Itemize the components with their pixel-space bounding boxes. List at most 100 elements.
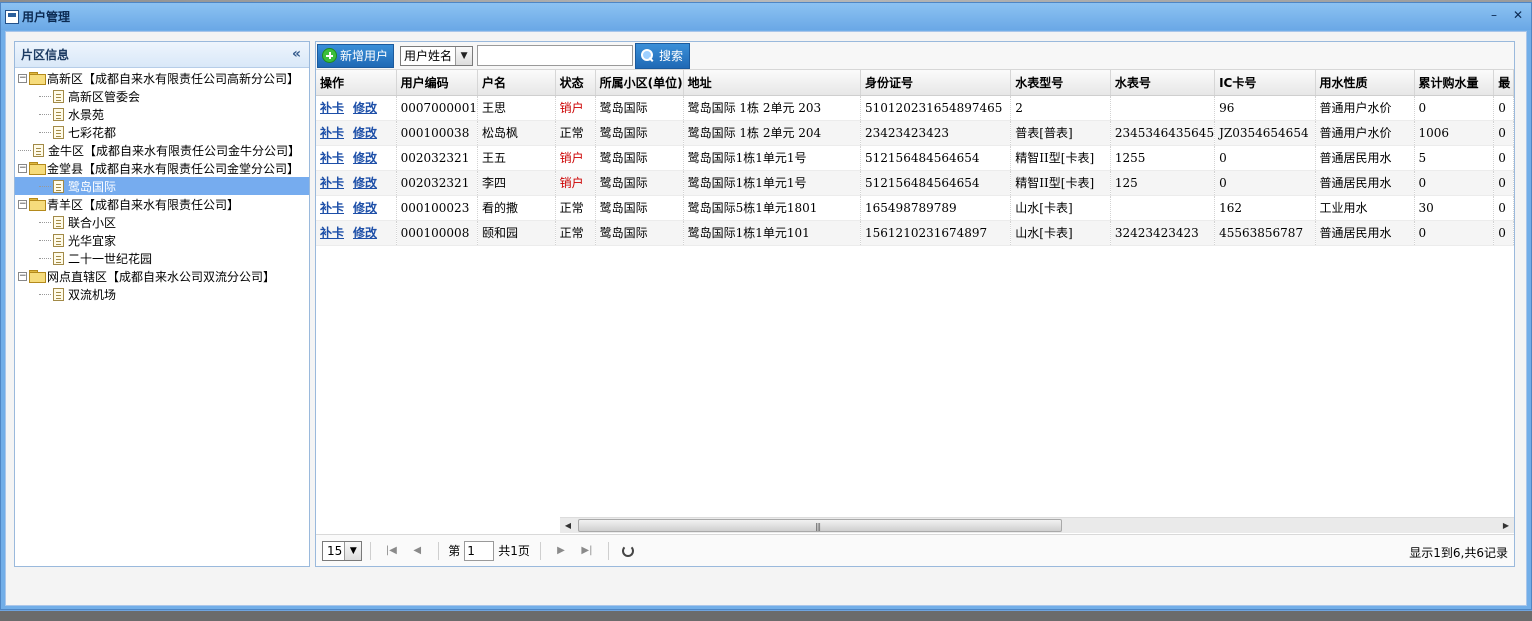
tree-node-area[interactable]: 金牛区【成都自来水有限责任公司金牛分公司】 [15,141,309,159]
tree-node-label: 金堂县【成都自来水有限责任公司金堂分公司】 [47,161,300,176]
page-number-input[interactable] [464,540,495,561]
last-page-icon[interactable]: ▶| [578,542,596,560]
tree-connector [39,95,51,97]
reissue-card-link[interactable]: 补卡 [320,201,344,215]
cell-id-no: 512156484564654 [860,170,1012,196]
column-header[interactable]: 操作 [316,70,397,96]
reissue-card-link[interactable]: 补卡 [320,101,344,115]
tree-node-area[interactable]: − 青羊区【成都自来水有限责任公司】 [15,195,309,213]
column-header[interactable]: 用户编码 [396,70,478,96]
collapse-toggle-icon[interactable]: − [18,199,27,209]
pager-separator [607,541,609,560]
table-row[interactable]: 补卡 修改 000100023 看的撒 正常 鹭岛国际 鹭岛国际5栋1单元1801 16549… [316,195,1514,221]
search-button[interactable]: 搜索 [635,42,691,69]
tree-node-area[interactable]: − 金堂县【成都自来水有限责任公司金堂分公司】 [15,159,309,177]
column-header[interactable]: 所属小区(单位) [595,70,684,96]
tree-node-community[interactable]: 高新区管委会 [15,87,309,105]
cell-status: 销户 [555,145,596,171]
scroll-right-icon[interactable]: ▶ [1498,518,1514,533]
column-header[interactable]: IC卡号 [1214,70,1316,96]
area-panel-title: 片区信息 [21,48,70,62]
tree-node-label: 水景苑 [68,107,105,122]
tree-node-community[interactable]: 鹭岛国际 [15,177,309,195]
user-table-container: 操作 用户编码 户名 状态 所属小区(单位) 地址 身份证号 水表型号 水表号 IC卡号 用水性质累… [316,70,1514,518]
table-header-row: 操作 用户编码 户名 状态 所属小区(单位) 地址 身份证号 水表型号 水表号 IC卡号 用水性质累… [316,70,1514,96]
tree-node-community[interactable]: 光华宜家 [15,231,309,249]
collapse-toggle-icon[interactable]: − [18,163,27,173]
column-header[interactable]: 地址 [683,70,862,96]
edit-link[interactable]: 修改 [353,151,377,165]
tree-node-community[interactable]: 联合小区 [15,213,309,231]
user-table: 操作 用户编码 户名 状态 所属小区(单位) 地址 身份证号 水表型号 水表号 IC卡号 用水性质累… [316,70,1514,246]
folder-open-icon [29,72,46,85]
search-field-select[interactable]: 用户姓名 ▼ [400,45,474,66]
edit-link[interactable]: 修改 [353,201,377,215]
table-row[interactable]: 补卡 修改 000100038 松岛枫 正常 鹭岛国际 鹭岛国际 1栋 2单元 204 234… [316,120,1514,146]
table-row[interactable]: 补卡 修改 002032321 王五 销户 鹭岛国际 鹭岛国际1栋1单元1号 51215648… [316,145,1514,171]
close-button[interactable]: ✕ [1511,7,1525,23]
cell-total-water: 0 [1414,170,1495,196]
reissue-card-link[interactable]: 补卡 [320,176,344,190]
edit-link[interactable]: 修改 [353,176,377,190]
column-header[interactable]: 最 [1493,70,1514,96]
page-size-select[interactable]: 15 ▼ [322,540,363,561]
scrollbar-thumb[interactable]: ||| [578,519,1062,532]
cell-meter-no: 125 [1110,170,1216,196]
prev-page-icon[interactable]: ◀ [408,542,426,560]
column-header[interactable]: 户名 [477,70,556,96]
column-header[interactable]: 状态 [555,70,596,96]
page-total-label: 共1页 [498,544,530,558]
reissue-card-link[interactable]: 补卡 [320,226,344,240]
cell-address: 鹭岛国际1栋1单元1号 [683,170,862,196]
edit-link[interactable]: 修改 [353,101,377,115]
column-header[interactable]: 用水性质 [1315,70,1415,96]
reissue-card-link[interactable]: 补卡 [320,151,344,165]
horizontal-scrollbar[interactable]: ◀ ||| ▶ [560,517,1514,533]
row-actions: 补卡 修改 [316,195,397,221]
tree-node-community[interactable]: 双流机场 [15,285,309,303]
row-actions: 补卡 修改 [316,170,397,196]
reissue-card-link[interactable]: 补卡 [320,126,344,140]
table-row[interactable]: 补卡 修改 000100008 颐和园 正常 鹭岛国际 鹭岛国际1栋1单元101 156121… [316,220,1514,246]
cell-meter-model: 精智II型[卡表] [1010,145,1111,171]
cell-community: 鹭岛国际 [595,145,684,171]
tree-node-community[interactable]: 二十一世纪花园 [15,249,309,267]
tree-node-label: 高新区管委会 [68,89,141,104]
add-icon [322,48,337,63]
tree-node-community[interactable]: 水景苑 [15,105,309,123]
tree-node-label: 二十一世纪花园 [68,251,153,266]
table-row[interactable]: 补卡 修改 0007000001 王思 销户 鹭岛国际 鹭岛国际 1栋 2单元 203 510… [316,95,1514,121]
grip-icon: ||| [815,522,821,531]
table-row[interactable]: 补卡 修改 002032321 李四 销户 鹭岛国际 鹭岛国际1栋1单元1号 51215648… [316,170,1514,196]
column-header[interactable]: 水表型号 [1010,70,1111,96]
cell-meter-no [1110,95,1216,121]
search-input[interactable] [477,45,634,66]
tree-connector [39,257,51,259]
cell-id-no: 512156484564654 [860,145,1012,171]
tree-node-community[interactable]: 七彩花都 [15,123,309,141]
column-header[interactable]: 水表号 [1110,70,1216,96]
tree-node-label: 网点直辖区【成都自来水公司双流分公司】 [47,269,276,284]
cell-meter-no: 32423423423 [1110,220,1216,246]
collapse-toggle-icon[interactable]: − [18,271,27,281]
cell-community: 鹭岛国际 [595,220,684,246]
edit-link[interactable]: 修改 [353,126,377,140]
refresh-icon[interactable] [621,544,634,557]
pager-separator [438,541,440,560]
grid-toolbar: 新增用户 用户姓名 ▼ 搜索 [316,42,1514,70]
search-icon [641,49,654,62]
collapse-panel-icon[interactable]: « [292,46,301,62]
next-page-icon[interactable]: ▶ [552,542,570,560]
tree-node-area[interactable]: − 网点直辖区【成都自来水公司双流分公司】 [15,267,309,285]
cell-code: 000100008 [396,220,478,246]
collapse-toggle-icon[interactable]: − [18,73,27,83]
column-header[interactable]: 身份证号 [860,70,1012,96]
first-page-icon[interactable]: |◀ [382,542,400,560]
add-user-button[interactable]: 新增用户 [317,43,395,68]
tree-node-area[interactable]: − 高新区【成都自来水有限责任公司高新分公司】 [15,69,309,87]
minimize-button[interactable]: – [1487,7,1501,23]
scroll-left-icon[interactable]: ◀ [560,518,576,533]
cell-id-no: 165498789789 [860,195,1012,221]
column-header[interactable]: 累计购水量 [1414,70,1495,96]
edit-link[interactable]: 修改 [353,226,377,240]
